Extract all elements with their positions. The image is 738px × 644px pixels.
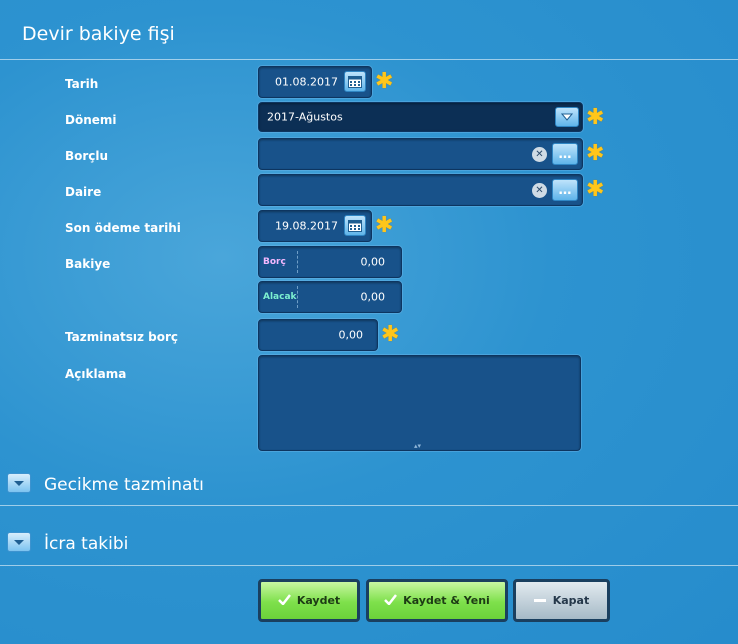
section-gecikme-tazminati[interactable]: Gecikme tazminatı <box>44 475 204 495</box>
kaydet-label: Kaydet <box>296 594 341 607</box>
required-star-icon: ✱ <box>586 141 605 166</box>
kaydet-button[interactable]: Kaydet <box>258 579 360 622</box>
tarih-value: 01.08.2017 <box>275 75 338 89</box>
check-icon <box>384 593 398 608</box>
tarih-label: Tarih <box>65 77 99 91</box>
aciklama-label: Açıklama <box>65 367 127 381</box>
kapat-label: Kapat <box>552 594 590 607</box>
son-odeme-label: Son ödeme tarihi <box>65 221 181 235</box>
donemi-label: Dönemi <box>65 113 117 127</box>
required-star-icon: ✱ <box>375 213 394 238</box>
borc-field[interactable]: Borç 0,00 <box>258 246 402 278</box>
kapat-button[interactable]: Kapat <box>513 579 610 622</box>
required-star-icon: ✱ <box>586 105 605 130</box>
daire-field[interactable]: ✕ … <box>258 174 583 206</box>
borc-tag: Borç <box>263 257 286 267</box>
calendar-icon[interactable] <box>344 71 366 92</box>
donemi-value: 2017-Ağustos <box>267 110 343 124</box>
clear-icon[interactable]: ✕ <box>532 147 547 162</box>
divider <box>0 505 738 506</box>
page-title: Devir bakiye fişi <box>22 23 175 45</box>
alacak-field[interactable]: Alacak 0,00 <box>258 281 402 313</box>
ellipsis-icon[interactable]: … <box>552 179 578 201</box>
alacak-value: 0,00 <box>360 290 386 304</box>
tarih-date-field[interactable]: 01.08.2017 <box>258 66 372 98</box>
expand-icon[interactable] <box>7 473 31 493</box>
required-star-icon: ✱ <box>381 322 400 347</box>
tazminatsiz-value: 0,00 <box>338 328 364 342</box>
kaydet-yeni-button[interactable]: Kaydet & Yeni <box>366 579 508 622</box>
section-icra-takibi[interactable]: İcra takibi <box>44 534 128 554</box>
dropdown-arrow-icon[interactable] <box>555 107 579 127</box>
aciklama-textarea[interactable]: ▴▾ <box>258 355 581 451</box>
borclu-field[interactable]: ✕ … <box>258 138 583 170</box>
daire-label: Daire <box>65 185 102 199</box>
borc-value: 0,00 <box>360 255 386 269</box>
required-star-icon: ✱ <box>586 177 605 202</box>
son-odeme-date-field[interactable]: 19.08.2017 <box>258 210 372 242</box>
son-odeme-value: 19.08.2017 <box>275 219 338 233</box>
divider <box>297 251 298 273</box>
divider <box>0 565 738 566</box>
tazminatsiz-field[interactable]: 0,00 <box>258 319 378 351</box>
clear-icon[interactable]: ✕ <box>532 183 547 198</box>
divider <box>297 286 298 308</box>
required-star-icon: ✱ <box>375 69 394 94</box>
bakiye-label: Bakiye <box>65 257 111 271</box>
divider <box>0 59 738 60</box>
borclu-label: Borçlu <box>65 149 109 163</box>
check-icon <box>277 593 291 608</box>
ellipsis-icon[interactable]: … <box>552 143 578 165</box>
calendar-icon[interactable] <box>344 215 366 236</box>
minus-icon <box>533 599 546 602</box>
donemi-select[interactable]: 2017-Ağustos <box>258 102 583 132</box>
expand-icon[interactable] <box>7 532 31 552</box>
tazminatsiz-label: Tazminatsız borç <box>65 330 178 344</box>
alacak-tag: Alacak <box>263 292 297 302</box>
kaydet-yeni-label: Kaydet & Yeni <box>403 594 490 607</box>
resize-handle-icon[interactable]: ▴▾ <box>414 442 421 450</box>
